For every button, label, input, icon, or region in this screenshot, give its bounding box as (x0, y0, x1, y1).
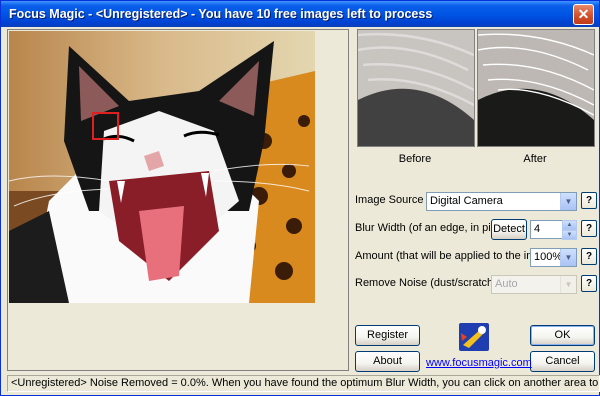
remove-noise-value: Auto (495, 278, 518, 290)
cat-photo[interactable] (9, 31, 315, 303)
image-source-label: Image Source (355, 194, 424, 206)
amount-help-button[interactable]: ? (581, 248, 597, 265)
image-panel (7, 29, 349, 371)
remove-noise-help-button[interactable]: ? (581, 275, 597, 292)
window-title: Focus Magic - <Unregistered> - You have … (9, 7, 433, 21)
blur-width-input[interactable]: 4 (530, 220, 563, 239)
cat-photo-drawing (9, 31, 315, 303)
image-source-value: Digital Camera (430, 195, 503, 207)
before-preview-image (358, 30, 474, 146)
after-preview-image (478, 30, 594, 146)
amount-label: Amount (that will be applied to the imag… (355, 250, 558, 262)
focus-magic-window: Focus Magic - <Unregistered> - You have … (0, 0, 600, 396)
after-label: After (523, 153, 547, 165)
chevron-down-icon[interactable]: ▼ (560, 193, 576, 210)
amount-dropdown[interactable]: 100% ▼ (530, 248, 577, 267)
remove-noise-label: Remove Noise (dust/scratches) (355, 277, 509, 289)
before-label: Before (398, 153, 432, 165)
image-source-dropdown[interactable]: Digital Camera ▼ (426, 192, 577, 211)
before-preview (357, 29, 475, 147)
ok-button[interactable]: OK (530, 325, 595, 346)
after-preview (477, 29, 595, 147)
title-bar[interactable]: Focus Magic - <Unregistered> - You have … (1, 1, 599, 27)
blur-width-help-button[interactable]: ? (581, 220, 597, 237)
spin-up-icon[interactable]: ▲ (562, 220, 577, 230)
register-button[interactable]: Register (355, 325, 420, 346)
amount-value: 100% (534, 251, 563, 263)
about-button[interactable]: About (355, 351, 420, 372)
chevron-down-icon[interactable]: ▼ (560, 249, 576, 266)
status-bar: <Unregistered> Noise Removed = 0.0%. Whe… (7, 375, 600, 392)
blur-width-spinner[interactable]: ▲ ▼ (562, 220, 577, 240)
spin-down-icon[interactable]: ▼ (562, 230, 577, 240)
image-source-help-button[interactable]: ? (581, 192, 597, 209)
website-link[interactable]: www.focusmagic.com (426, 357, 532, 369)
cancel-button[interactable]: Cancel (530, 351, 595, 372)
detect-button[interactable]: Detect (491, 219, 527, 240)
close-icon[interactable]: ✕ (573, 4, 594, 25)
focus-magic-logo-icon (459, 323, 489, 351)
chevron-down-icon: ▼ (560, 276, 576, 293)
blur-width-value: 4 (534, 223, 541, 235)
remove-noise-dropdown[interactable]: Auto ▼ (491, 275, 577, 294)
